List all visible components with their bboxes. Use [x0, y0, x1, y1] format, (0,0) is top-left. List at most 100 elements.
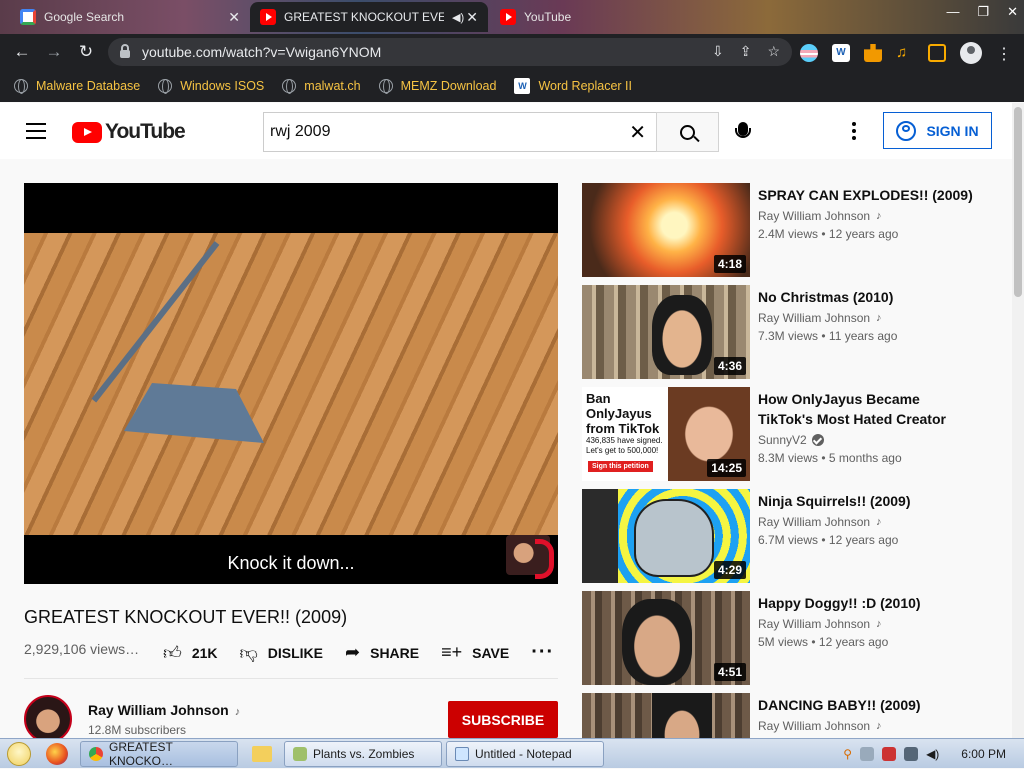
star-icon[interactable]: ☆ — [767, 43, 780, 60]
trans-flag-icon[interactable] — [800, 44, 818, 62]
close-tab-icon[interactable]: ✕ — [228, 9, 240, 26]
smiley-icon[interactable] — [860, 747, 875, 761]
view-count[interactable]: 2,929,106 views… — [24, 641, 139, 657]
related-title[interactable]: DANCING BABY!! (2009) — [758, 695, 978, 715]
related-video[interactable]: 4:29 Ninja Squirrels!! (2009) Ray Willia… — [582, 489, 1002, 583]
related-video[interactable]: 4:51 Happy Doggy!! :D (2010) Ray William… — [582, 591, 1002, 685]
related-title[interactable]: Happy Doggy!! :D (2010) — [758, 593, 978, 613]
back-arrow-icon[interactable]: ← — [6, 42, 38, 62]
youtube-masthead: YouTube ✕ SIGN IN — [0, 103, 1012, 159]
channel-watermark[interactable] — [506, 535, 554, 579]
related-title[interactable]: Ninja Squirrels!! (2009) — [758, 491, 978, 511]
minimize-icon[interactable]: — — [946, 4, 959, 20]
profile-icon[interactable] — [960, 42, 982, 64]
related-meta: 7.3M views • 11 years ago — [758, 329, 898, 343]
maximize-icon[interactable]: ❐ — [977, 4, 989, 20]
close-tab-icon[interactable]: ✕ — [466, 9, 478, 26]
save-button[interactable]: ≡+ SAVE — [441, 642, 509, 663]
youtube-logo[interactable]: YouTube — [72, 120, 186, 144]
subscriber-count: 12.8M subscribers — [88, 723, 187, 737]
sign-in-button[interactable]: SIGN IN — [883, 112, 992, 149]
bookmark-word-replacer[interactable]: W Word Replacer II — [514, 78, 632, 94]
channel-avatar[interactable] — [24, 695, 72, 738]
media-icon[interactable]: ♫ — [896, 44, 914, 62]
tab-google-search[interactable]: Google Search ✕ — [10, 2, 250, 32]
related-channel[interactable]: Ray William Johnson ♪ — [758, 719, 882, 733]
channel-name: Ray William Johnson — [88, 702, 229, 718]
taskbar-chrome[interactable]: GREATEST KNOCKO… — [80, 740, 238, 768]
address-bar[interactable]: youtube.com/watch?v=Vwigan6YNOM ⇩ ⇪ ☆ — [108, 38, 792, 66]
reload-icon[interactable]: ↻ — [70, 42, 102, 62]
search-input[interactable] — [270, 123, 610, 141]
forward-arrow-icon[interactable]: → — [38, 42, 70, 62]
taskbar-notepad[interactable]: Untitled - Notepad — [446, 740, 604, 767]
channel-name-row[interactable]: Ray William Johnson ♪ — [88, 702, 240, 718]
video-thumbnail[interactable]: 4:29 — [582, 489, 750, 583]
like-button[interactable]: 👍︎ 21K — [163, 642, 218, 664]
hamburger-menu-icon[interactable] — [26, 123, 46, 139]
scrollbar-thumb[interactable] — [1014, 107, 1022, 297]
related-channel[interactable]: Ray William Johnson ♪ — [758, 209, 882, 223]
more-actions-icon[interactable]: ··· — [531, 641, 554, 664]
clock[interactable]: 6:00 PM — [961, 747, 1006, 761]
chrome-menu-icon[interactable]: ⋮ — [996, 44, 1012, 63]
video-thumbnail[interactable]: Ban OnlyJayus from TikTok 436,835 have s… — [582, 387, 750, 481]
puzzle-icon[interactable] — [864, 44, 882, 62]
bookmark-memz-download[interactable]: MEMZ Download — [378, 79, 496, 94]
related-video[interactable]: 4:18 SPRAY CAN EXPLODES!! (2009) Ray Wil… — [582, 183, 1002, 277]
microphone-icon[interactable] — [735, 122, 751, 138]
install-icon[interactable]: ⇩ — [712, 43, 724, 60]
video-thumbnail[interactable] — [582, 693, 750, 738]
related-channel[interactable]: SunnyV2 — [758, 433, 824, 447]
network-icon[interactable] — [904, 747, 919, 761]
related-title[interactable]: No Christmas (2010) — [758, 287, 978, 307]
view-count: 5M views — [758, 635, 809, 649]
related-video[interactable]: DANCING BABY!! (2009) Ray William Johnso… — [582, 693, 1002, 738]
music-note-icon: ♪ — [876, 720, 882, 732]
related-title[interactable]: How OnlyJayus Became TikTok's Most Hated… — [758, 389, 978, 429]
taskbar-label: Untitled - Notepad — [475, 746, 572, 761]
speaker-icon[interactable]: ◀) — [452, 11, 464, 24]
sidebar-icon[interactable] — [928, 44, 946, 62]
video-thumbnail[interactable]: 4:51 — [582, 591, 750, 685]
video-thumbnail[interactable]: 4:18 — [582, 183, 750, 277]
related-video[interactable]: 4:36 No Christmas (2010) Ray William Joh… — [582, 285, 1002, 379]
firefox-icon[interactable] — [46, 742, 68, 765]
thumb-line4: Let's get to 500,000! — [586, 446, 659, 455]
tab-youtube[interactable]: YouTube — [490, 2, 690, 32]
dislike-button[interactable]: 👎︎ DISLIKE — [240, 642, 324, 664]
related-channel[interactable]: Ray William Johnson ♪ — [758, 515, 882, 529]
bookmark-malware-database[interactable]: Malware Database — [14, 79, 140, 94]
youtube-page: YouTube ✕ SIGN IN Knock it down... GREAT… — [0, 103, 1012, 738]
lock-icon[interactable] — [120, 44, 130, 58]
search-button[interactable] — [656, 112, 719, 152]
thumbnail-text: Ban OnlyJayus from TikTok 436,835 have s… — [586, 391, 672, 456]
clear-search-icon[interactable]: ✕ — [629, 120, 646, 145]
share-button[interactable]: ➦ SHARE — [345, 642, 419, 663]
settings-menu-icon[interactable] — [852, 122, 856, 140]
bookmark-malwatch[interactable]: malwat.ch — [282, 79, 361, 94]
taskbar-plants-vs-zombies[interactable]: Plants vs. Zombies — [284, 740, 442, 767]
chrome-icon — [89, 746, 103, 761]
volume-icon[interactable]: ◀) — [926, 747, 939, 761]
subscribe-button[interactable]: SUBSCRIBE — [448, 701, 558, 738]
share-icon[interactable]: ⇪ — [740, 43, 752, 60]
related-title[interactable]: SPRAY CAN EXPLODES!! (2009) — [758, 185, 978, 205]
upload-age: 5 months ago — [828, 451, 902, 465]
bookmark-windows-isos[interactable]: Windows ISOS — [158, 79, 264, 94]
page-scrollbar[interactable] — [1012, 103, 1024, 738]
start-button[interactable] — [0, 739, 38, 769]
video-player[interactable]: Knock it down... — [24, 183, 558, 584]
close-window-icon[interactable]: ✕ — [1007, 4, 1018, 20]
tab-greatest-knockout[interactable]: GREATEST KNOCKOUT EVER ◀) ✕ — [250, 2, 488, 32]
search-tray-icon[interactable]: ⚲ — [843, 747, 852, 761]
music-note-icon: ♪ — [876, 516, 882, 528]
video-thumbnail[interactable]: 4:36 — [582, 285, 750, 379]
related-channel[interactable]: Ray William Johnson ♪ — [758, 311, 882, 325]
search-box: ✕ — [263, 112, 656, 152]
action-center-icon[interactable] — [882, 747, 897, 761]
word-replacer-icon[interactable]: W — [832, 44, 850, 62]
related-video[interactable]: Ban OnlyJayus from TikTok 436,835 have s… — [582, 387, 1002, 481]
folder-icon[interactable] — [252, 745, 272, 762]
related-channel[interactable]: Ray William Johnson ♪ — [758, 617, 882, 631]
